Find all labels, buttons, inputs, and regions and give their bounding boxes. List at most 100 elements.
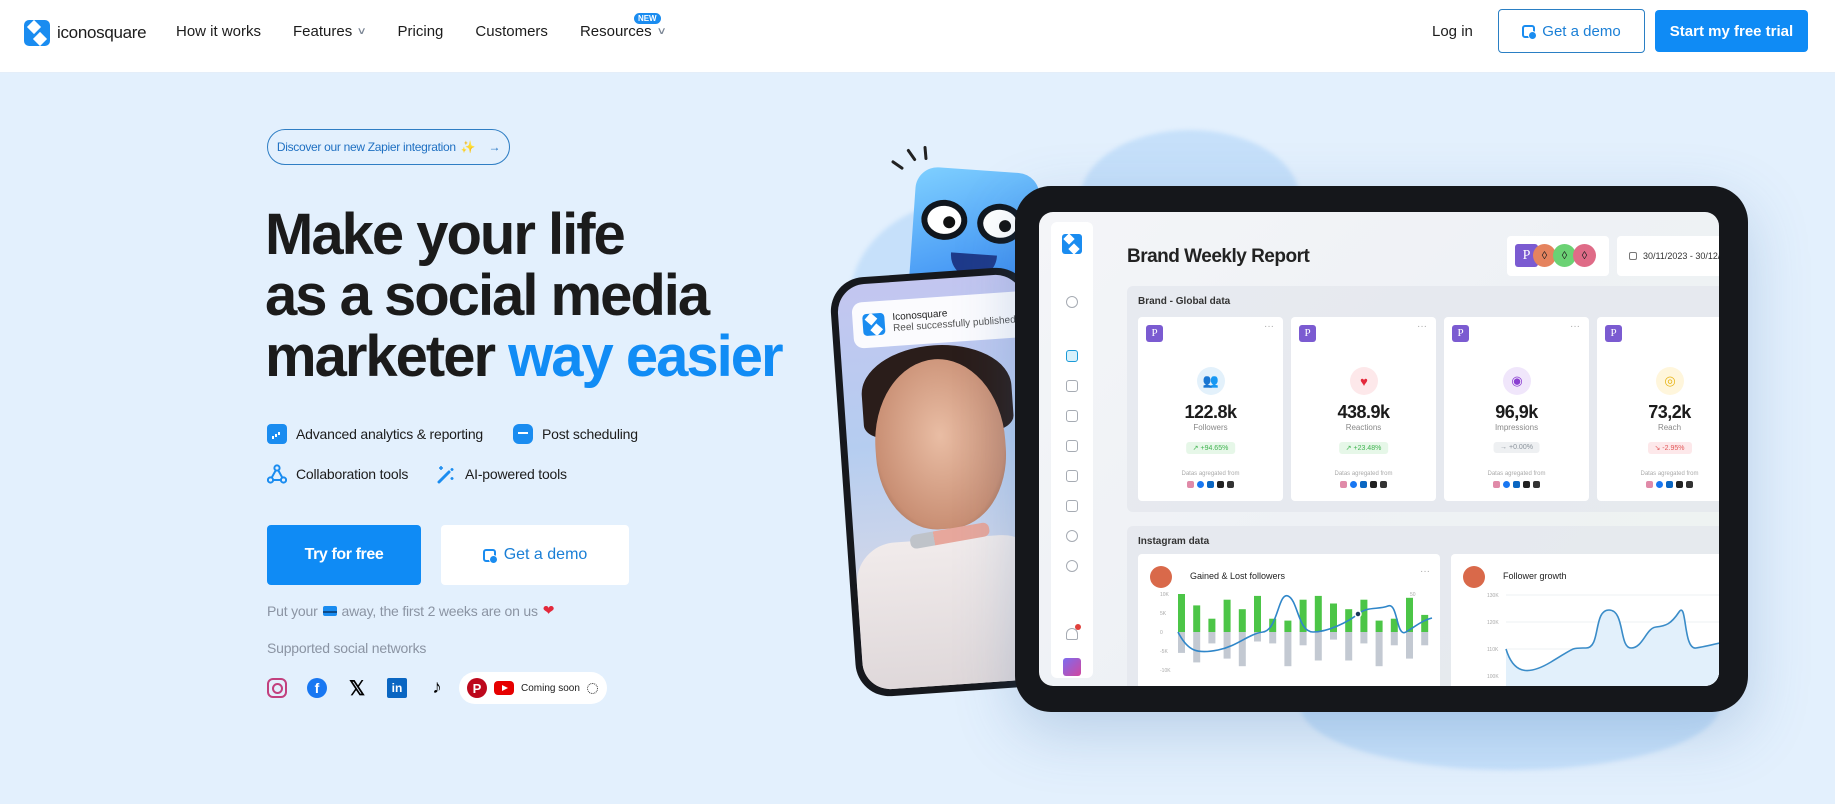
coming-soon-pill: P Coming soon	[459, 672, 607, 704]
linkedin-icon	[1666, 481, 1673, 488]
hero-headline: Make your life as a social media markete…	[265, 204, 784, 389]
iconosquare-logo-icon	[1062, 234, 1082, 254]
feature-ai: AI-powered tools	[436, 464, 567, 484]
nav-links: How it works Features ∨ Pricing Customers…	[176, 13, 697, 40]
brand-name: iconosquare	[57, 23, 147, 42]
clock-icon	[586, 682, 598, 694]
more-icon: ···	[1570, 321, 1580, 332]
facebook-icon	[1656, 481, 1663, 488]
kpi-label: Reach	[1657, 423, 1682, 432]
heart-icon: ❤	[542, 602, 555, 618]
source-networks	[1291, 481, 1436, 488]
new-badge: NEW	[633, 13, 661, 24]
login-link[interactable]: Log in	[1432, 23, 1473, 40]
nav-pricing[interactable]: Pricing	[398, 23, 444, 40]
gained-bar	[1406, 597, 1413, 632]
calendar-icon	[1629, 252, 1637, 260]
y-tick-label: -5K	[1160, 649, 1168, 655]
tablet-mockup: Brand Weekly Report P ◊ ◊ ◊ 30/11/2023 -…	[1015, 186, 1748, 712]
calendar-icon	[513, 424, 533, 444]
y-tick-label: -10K	[1160, 668, 1171, 674]
section-label: Brand - Global data	[1138, 296, 1231, 307]
nav-resources[interactable]: Resources ∨ NEW	[579, 13, 666, 40]
linkedin-icon[interactable]: in	[387, 678, 407, 698]
dashboard-icon	[1066, 350, 1078, 362]
pinterest-icon: P	[467, 678, 487, 698]
lost-bar	[1223, 632, 1231, 659]
aggregated-label: Datas agregated from	[1640, 471, 1699, 477]
mascot-glasses	[916, 198, 1029, 246]
x-icon	[1380, 481, 1387, 488]
kpi-value: 122.8k	[1184, 402, 1237, 422]
kpi-delta: → +0.00%	[1493, 442, 1540, 453]
media-icon	[1066, 440, 1078, 452]
instagram-section: Instagram data Gained & Lost followers ·…	[1127, 526, 1719, 686]
zapier-announcement-link[interactable]: Discover our new Zapier integration ✨ →	[267, 129, 510, 165]
sparkle-icon: ✨	[460, 140, 476, 154]
feature-analytics: Advanced analytics & reporting	[267, 424, 483, 444]
kpi-value: 73,2k	[1648, 402, 1691, 422]
lost-bar	[1421, 632, 1429, 646]
kpi-label: Followers	[1193, 423, 1228, 432]
lost-bar	[1284, 632, 1292, 667]
nav-label: Pricing	[397, 23, 444, 40]
gained-bar	[1178, 594, 1185, 632]
y-tick-label: 0	[1160, 630, 1163, 636]
button-label: Get a demo	[503, 546, 588, 563]
gained-bar	[1360, 599, 1368, 632]
more-icon: ···	[1417, 321, 1427, 332]
nav-features[interactable]: Features ∨	[293, 23, 367, 40]
kpi-label: Reactions	[1345, 423, 1382, 432]
facebook-icon	[1197, 481, 1204, 488]
profile-avatar: P	[1299, 325, 1316, 342]
calendar-icon	[1066, 470, 1078, 482]
credit-card-icon	[322, 605, 337, 616]
gained-bar	[1299, 599, 1307, 632]
lost-bar	[1345, 632, 1353, 661]
instagram-icon[interactable]	[267, 678, 287, 698]
gained-bar	[1314, 595, 1322, 632]
iconosquare-logo-icon	[24, 20, 50, 46]
x-icon[interactable]: 𝕏	[347, 678, 367, 700]
nav-label: Resources	[579, 23, 652, 40]
headline-highlight: way easier	[508, 324, 783, 389]
supported-networks-label: Supported social networks	[267, 640, 427, 656]
profile-avatar: P	[1146, 325, 1163, 342]
download-icon	[1066, 410, 1078, 422]
get-demo-button[interactable]: Get a demo	[441, 525, 629, 585]
gained-bar	[1193, 605, 1201, 632]
source-networks	[1444, 481, 1589, 488]
kpi-value: 438.9k	[1337, 402, 1390, 422]
profile-avatar	[1150, 566, 1172, 588]
x-icon	[1533, 481, 1540, 488]
lost-bar	[1269, 632, 1277, 644]
profile-avatar: P	[1452, 325, 1469, 342]
kpi-card-reactions: P ··· ♥ 438.9k Reactions ↗ +23.48% Datas…	[1291, 317, 1436, 501]
brand-global-section: Brand - Global data P ··· 👥 122.8k Follo…	[1127, 286, 1719, 512]
tiktok-icon[interactable]: ♪	[427, 677, 447, 698]
demo-icon	[482, 548, 498, 564]
headline-line: as a social media	[265, 263, 710, 328]
headline-line: marketer	[265, 324, 509, 389]
button-label: Get a demo	[1542, 22, 1621, 40]
nav-how-it-works[interactable]: How it works	[176, 23, 261, 40]
dashboard-sidebar	[1051, 222, 1093, 678]
date-range-picker: 30/11/2023 - 30/12/2	[1617, 236, 1719, 276]
note-text: away, the first 2 weeks are on us	[341, 602, 538, 619]
linkedin-icon	[1513, 481, 1520, 488]
gained-bar	[1375, 620, 1383, 632]
start-free-trial-button[interactable]: Start my free trial	[1655, 10, 1808, 52]
y-tick-label: 120K	[1487, 620, 1499, 626]
chart-title: Follower growth	[1503, 571, 1567, 581]
get-demo-button-nav[interactable]: Get a demo	[1498, 9, 1645, 53]
facebook-icon[interactable]: f	[307, 678, 327, 698]
source-networks	[1138, 481, 1283, 488]
nav-customers[interactable]: Customers	[475, 23, 548, 40]
youtube-icon	[494, 681, 514, 695]
top-navigation: iconosquare How it works Features ∨ Prici…	[0, 0, 1835, 73]
y2-tick-label: 50	[1410, 592, 1416, 598]
feature-label: Collaboration tools	[296, 466, 409, 482]
try-for-free-button[interactable]: Try for free	[267, 525, 421, 585]
lost-bar	[1193, 632, 1201, 663]
brand-logo[interactable]: iconosquare	[24, 20, 147, 46]
